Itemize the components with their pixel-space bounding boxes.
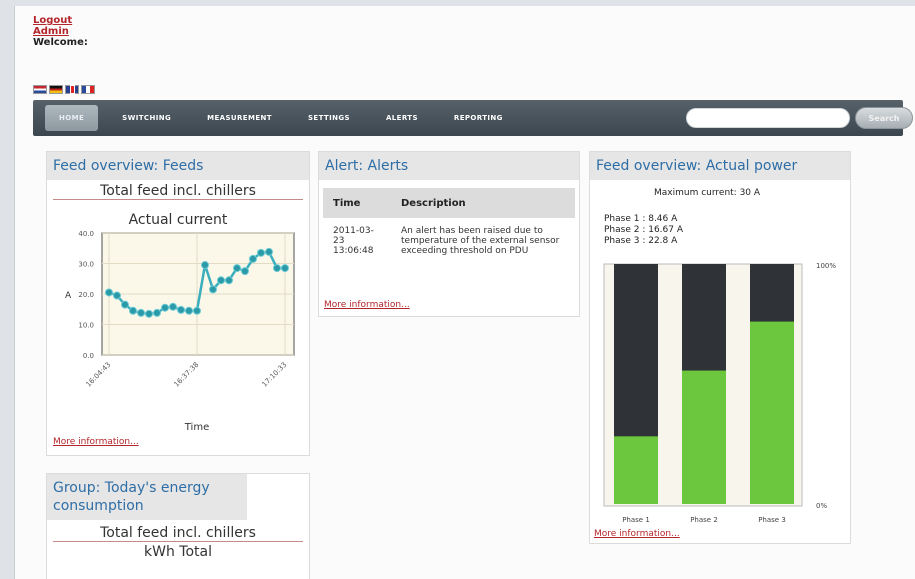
logout-link[interactable]: Logout	[33, 15, 88, 26]
alerts-panel-title: Alert: Alerts	[319, 152, 579, 180]
data-point	[201, 261, 209, 270]
y-tick-label: 0.0	[83, 352, 94, 360]
data-point	[137, 308, 145, 317]
data-point	[185, 306, 193, 315]
bar	[682, 370, 726, 504]
data-point	[257, 248, 265, 257]
nav-alerts[interactable]: ALERTS	[368, 114, 436, 122]
alert-time: 2011-03-23 13:06:48	[333, 226, 374, 256]
current-chart: Actual current 0.0 10.0 20.0 30.0 40.0 A 16:04:…	[65, 212, 295, 433]
energy-subtitle: Total feed incl. chillers	[53, 525, 303, 542]
data-point	[193, 306, 201, 315]
alerts-table: Time Description 2011-03-23 13:06:48 An …	[323, 188, 575, 264]
feeds-panel-title: Feed overview: Feeds	[47, 152, 309, 180]
nav-home[interactable]: HOME	[45, 105, 99, 131]
x-tick-label: 16:37:38	[173, 361, 201, 389]
admin-link[interactable]: Admin	[33, 26, 88, 37]
data-point	[169, 302, 177, 311]
feeds-subtitle: Total feed incl. chillers	[53, 183, 303, 200]
language-flags	[33, 85, 95, 94]
alert-description: An alert has been raised due to temperat…	[401, 226, 560, 256]
nav-switching[interactable]: SWITCHING	[104, 114, 189, 122]
flag-german-icon[interactable]	[49, 85, 63, 94]
y-axis-label: A	[65, 291, 72, 301]
data-point	[249, 254, 257, 263]
x-tick-label: Phase 2	[690, 516, 718, 524]
bar	[750, 321, 794, 504]
x-tick-label: 17:10:33	[261, 361, 289, 389]
phase-1-reading: Phase 1 : 8.46 A	[604, 214, 678, 224]
data-point	[161, 303, 169, 312]
data-point	[233, 264, 241, 273]
y-tick-label: 10.0	[78, 322, 94, 330]
flag-english-icon[interactable]	[65, 85, 79, 94]
data-point	[281, 264, 289, 273]
x-axis-label: Time	[184, 422, 209, 433]
feeds-more-link[interactable]: More information...	[53, 437, 139, 447]
data-point	[177, 305, 185, 314]
data-point	[121, 300, 129, 309]
power-panel: Feed overview: Actual power Maximum curr…	[589, 151, 851, 544]
energy-panel: Group: Today's energy consumption Total …	[46, 473, 310, 579]
max-current-label: Maximum current: 30 A	[654, 188, 761, 198]
power-chart: Phase 1 Phase 2 Phase 3 100% 0%	[603, 262, 836, 524]
data-point	[145, 309, 153, 318]
data-point	[129, 306, 137, 315]
alerts-col-time: Time	[323, 188, 391, 218]
main-navbar: HOME SWITCHING MEASUREMENT SETTINGS ALER…	[33, 100, 913, 136]
alerts-col-description: Description	[391, 188, 575, 218]
search-input[interactable]	[686, 108, 850, 128]
welcome-text: Welcome:	[33, 37, 88, 48]
feeds-panel: Feed overview: Feeds Total feed incl. ch…	[46, 151, 310, 456]
y-tick-label: 0%	[816, 502, 827, 510]
phase-3-reading: Phase 3 : 22.8 A	[604, 236, 678, 246]
y-tick-label: 100%	[816, 262, 836, 270]
search-button[interactable]: Search	[855, 107, 913, 129]
y-tick-label: 20.0	[78, 291, 94, 299]
data-point	[273, 264, 281, 273]
x-tick-label: Phase 3	[758, 516, 786, 524]
nav-settings[interactable]: SETTINGS	[290, 114, 368, 122]
phase-2-reading: Phase 2 : 16.67 A	[604, 225, 683, 235]
flag-dutch-icon[interactable]	[33, 85, 47, 94]
nav-measurement[interactable]: MEASUREMENT	[189, 114, 290, 122]
energy-panel-title: Group: Today's energy consumption	[47, 474, 247, 520]
data-point	[225, 276, 233, 285]
data-point	[209, 285, 217, 294]
data-point	[217, 276, 225, 285]
chart-title: Actual current	[129, 212, 228, 228]
y-tick-label: 30.0	[78, 261, 94, 269]
energy-chart-title: kWh Total	[144, 544, 212, 560]
y-tick-label: 40.0	[78, 230, 94, 238]
x-tick-label: 16:04:43	[85, 361, 113, 389]
data-point	[113, 291, 121, 300]
top-links: Logout Admin Welcome:	[33, 15, 88, 48]
alerts-more-link[interactable]: More information...	[324, 300, 410, 310]
data-point	[241, 267, 249, 276]
table-row[interactable]: 2011-03-23 13:06:48 An alert has been ra…	[323, 218, 575, 264]
bar	[614, 436, 658, 504]
x-tick-label: Phase 1	[622, 516, 650, 524]
data-point	[265, 247, 273, 256]
data-point	[105, 288, 113, 297]
power-more-link[interactable]: More information...	[594, 529, 680, 539]
power-panel-title: Feed overview: Actual power	[590, 152, 850, 180]
alerts-panel: Alert: Alerts Time Description 2011-03-2…	[318, 151, 580, 317]
flag-french-icon[interactable]	[81, 85, 95, 94]
data-point	[153, 308, 161, 317]
nav-reporting[interactable]: REPORTING	[436, 114, 521, 122]
